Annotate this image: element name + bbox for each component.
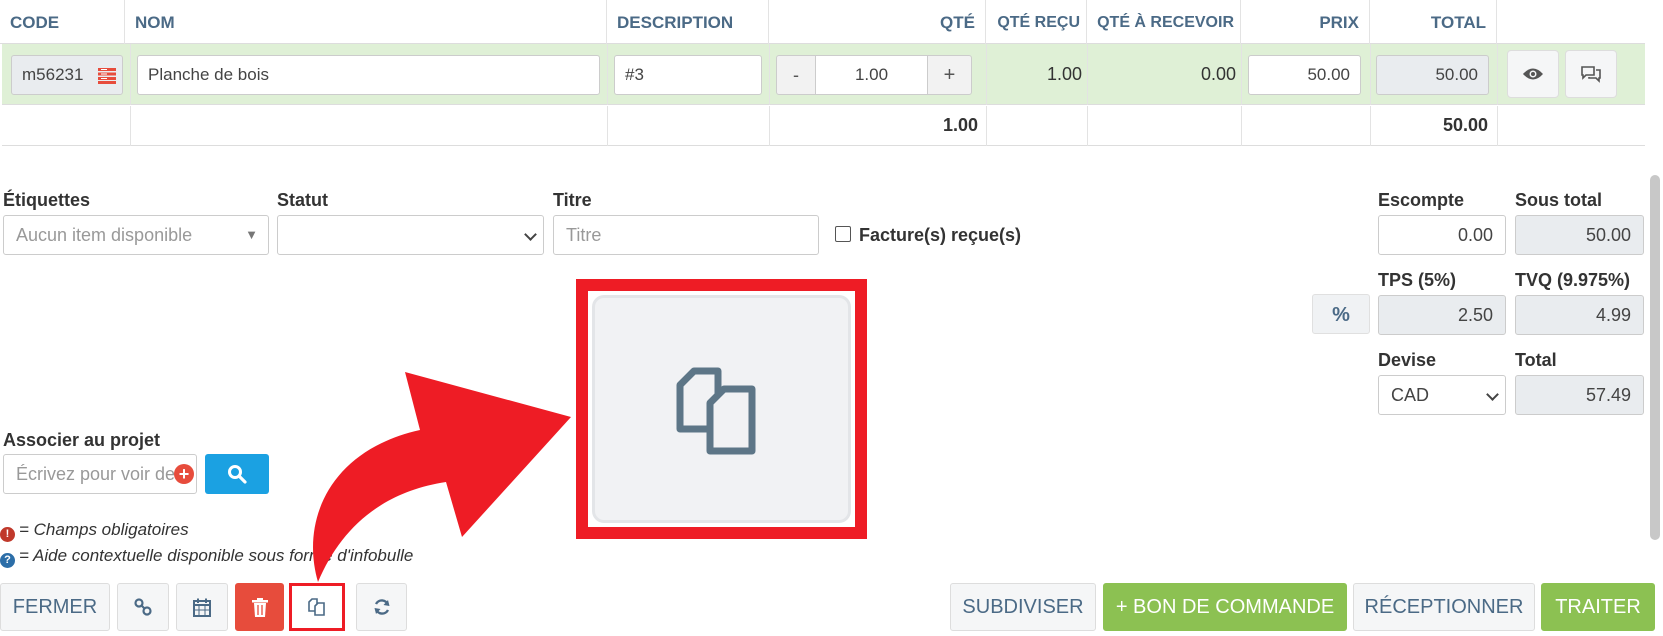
callout-arrow bbox=[313, 372, 571, 582]
